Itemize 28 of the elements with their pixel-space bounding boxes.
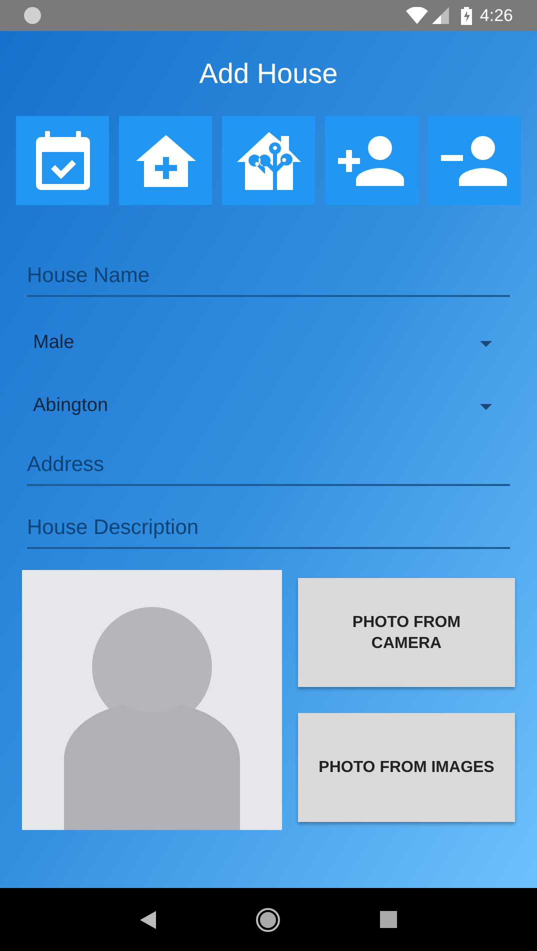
- toolbar-button[interactable]: [325, 116, 418, 205]
- screen-title: Add House: [198, 57, 339, 91]
- toolbar-button[interactable]: [16, 116, 109, 205]
- house-circuit-icon: [236, 132, 300, 190]
- dropdown-value: Male: [33, 331, 76, 356]
- person-add-icon: [338, 136, 406, 186]
- signal-icon: [432, 7, 449, 24]
- status-time: 4:26: [480, 4, 513, 27]
- toolbar-button[interactable]: [428, 116, 521, 205]
- person-remove-icon: [440, 136, 508, 186]
- dropdown-value: Abington: [33, 394, 110, 418]
- dropdown[interactable]: Male: [27, 312, 510, 375]
- text-field[interactable]: House Name: [27, 257, 510, 297]
- dropdown[interactable]: Abington: [27, 375, 510, 438]
- toolbar-button[interactable]: [119, 116, 212, 205]
- text-field[interactable]: House Description: [27, 509, 510, 549]
- photo-button[interactable]: PHOTO FROM CAMERA: [298, 578, 515, 687]
- toolbar-button[interactable]: [222, 116, 315, 205]
- wifi-icon: [406, 7, 428, 24]
- back-icon[interactable]: [140, 910, 156, 928]
- photo-button[interactable]: PHOTO FROM IMAGES: [298, 713, 515, 822]
- text-field[interactable]: Address: [27, 446, 510, 486]
- caret-icon: [480, 340, 492, 346]
- home-icon[interactable]: [256, 908, 280, 932]
- house-plus-icon: [136, 134, 196, 186]
- battery-icon: [460, 6, 472, 24]
- caret-icon: [480, 404, 492, 410]
- calendar-check-icon: [34, 130, 90, 190]
